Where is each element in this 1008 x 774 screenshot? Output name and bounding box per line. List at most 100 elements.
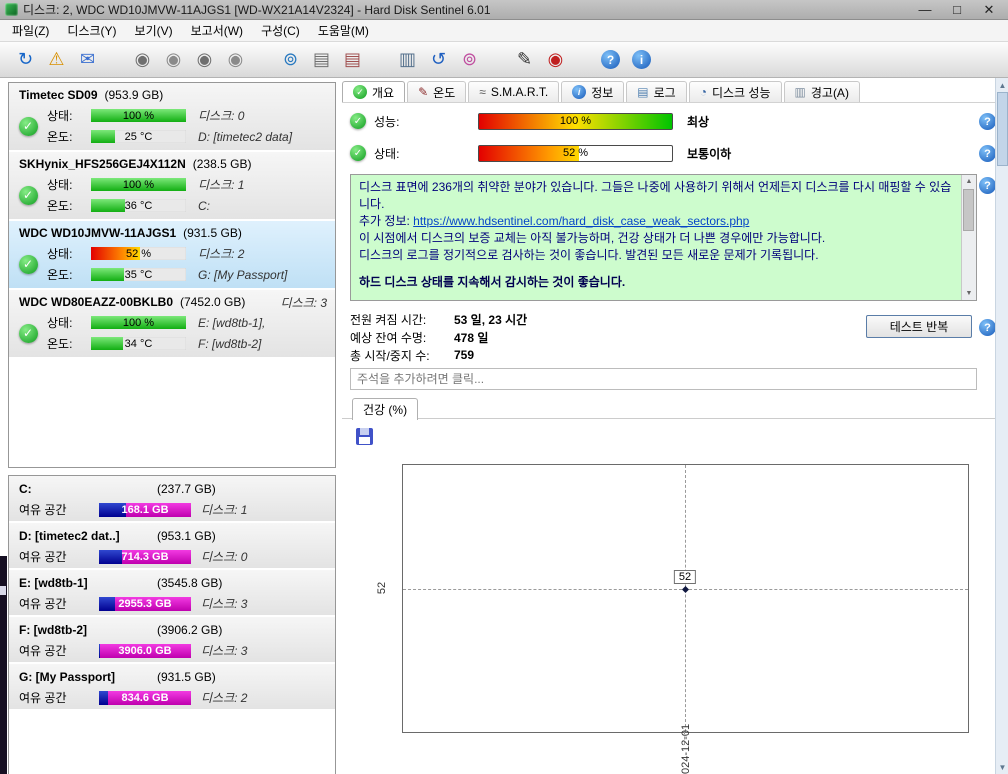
health-bar: 100 % [91, 316, 186, 329]
drive-letter: F: [wd8tb-2] [198, 336, 262, 351]
free-space-bar: 2955.3 GB [99, 596, 191, 611]
partition-item-f[interactable]: F: [wd8tb-2] (3906.2 GB) 여유 공간 3906.0 GB… [9, 617, 335, 662]
menu-config[interactable]: 구성(C) [252, 20, 309, 41]
disk-number: 디스크: 3 [201, 644, 248, 658]
disk-item-3[interactable]: WDC WD80EAZZ-00BKLB0 (7452.0 GB) 디스크: 3 … [9, 290, 335, 357]
menu-report[interactable]: 보고서(W) [182, 20, 252, 41]
disk-name: WDC WD10JMVW-11AJGS1 [19, 226, 177, 240]
description-line: 이 시점에서 디스크의 보증 교체는 아직 불가능하며, 건강 상태가 더 나쁜… [359, 231, 826, 245]
menu-disk[interactable]: 디스크(Y) [58, 20, 125, 41]
detect-disk-icon[interactable]: ◉ [127, 46, 158, 74]
seal-icon[interactable]: ◉ [540, 46, 571, 74]
comment-input[interactable] [350, 368, 977, 390]
detect-disk-icon[interactable]: ◉ [220, 46, 251, 74]
disk-problem-icon[interactable]: ⚠ [41, 46, 72, 74]
chart-x-axis-label: 2024-12-01 [680, 723, 692, 774]
detect-disk-icon[interactable]: ◉ [158, 46, 189, 74]
disk-item-0[interactable]: Timetec SD09 (953.9 GB) ✓ 상태: 100 % 디스크:… [9, 83, 335, 150]
gauge-icon: ◔ [699, 85, 707, 99]
tab-smart[interactable]: ≈ S.M.A.R.T. [468, 81, 560, 102]
scroll-thumb[interactable] [963, 189, 974, 231]
tab-information[interactable]: i 정보 [561, 81, 625, 102]
chart-y-axis-label: 52 [376, 581, 389, 595]
drive-letter: C: [198, 198, 210, 213]
pen-icon: ✎ [418, 85, 429, 99]
free-space-bar: 168.1 GB [99, 502, 191, 517]
minimize-button[interactable]: — [917, 2, 933, 18]
lifetime-value: 478 일 [454, 330, 489, 345]
health-label: 상태: [374, 146, 400, 161]
chart-data-point [681, 585, 690, 594]
partition-item-d[interactable]: D: [timetec2 dat..] (953.1 GB) 여유 공간 714… [9, 523, 335, 568]
network-disk-icon[interactable]: ⊚ [275, 46, 306, 74]
weak-sectors-link[interactable]: https://www.hdsentinel.com/hard_disk_cas… [413, 214, 749, 228]
web-disk-icon[interactable]: ⊚ [454, 46, 485, 74]
disk-number: 디스크: 3 [280, 295, 327, 310]
report-icon[interactable]: ▥ [392, 46, 423, 74]
detect-disk-icon[interactable]: ◉ [189, 46, 220, 74]
repeat-test-button[interactable]: 테스트 반복 [866, 315, 972, 338]
refresh-icon[interactable]: ↻ [10, 46, 41, 74]
partition-name: F: [wd8tb-2] [19, 622, 87, 637]
scroll-down-icon[interactable]: ▼ [996, 760, 1008, 774]
tab-health-chart[interactable]: 건강 (%) [352, 398, 419, 420]
description-scrollbar[interactable]: ▲ ▼ [961, 175, 976, 300]
check-icon: ✓ [353, 85, 367, 99]
disk-remove-icon[interactable]: ▤ [337, 46, 368, 74]
chart-point-label: 52 [673, 570, 697, 584]
disk-list-panel: Timetec SD09 (953.9 GB) ✓ 상태: 100 % 디스크:… [8, 82, 336, 468]
tab-overview[interactable]: ✓ 개요 [342, 81, 406, 102]
monitor-message-icon[interactable]: ✉ [72, 46, 103, 74]
partition-item-g[interactable]: G: [My Passport] (931.5 GB) 여유 공간 834.6 … [9, 664, 335, 709]
info-icon[interactable]: i [626, 46, 657, 74]
status-label: 상태: [47, 178, 73, 192]
sync-icon[interactable]: ↺ [423, 46, 454, 74]
temp-label: 온도: [47, 268, 73, 282]
disk-name: SKHynix_HFS256GEJ4X112N [19, 157, 186, 171]
health-bar: 100 % [91, 178, 186, 191]
help-icon[interactable]: ? [979, 177, 996, 194]
help-icon[interactable]: ? [979, 319, 996, 336]
maximize-button[interactable]: □ [949, 2, 965, 18]
content-area: Timetec SD09 (953.9 GB) ✓ 상태: 100 % 디스크:… [0, 78, 1008, 774]
help-icon[interactable]: ? [979, 113, 996, 130]
help-icon[interactable]: ? [979, 145, 996, 162]
help-icon[interactable]: ? [595, 46, 626, 74]
disk-number: 디스크: 1 [198, 178, 245, 192]
partition-size: (953.1 GB) [157, 528, 216, 543]
health-description: 디스크 표면에 236개의 취약한 분야가 있습니다. 그들은 나중에 사용하기… [350, 174, 977, 301]
free-space-bar: 714.3 GB [99, 549, 191, 564]
disk-number: 디스크: 2 [198, 247, 245, 261]
disk-item-2-selected[interactable]: WDC WD10JMVW-11AJGS1 (931.5 GB) ✓ 상태: 52… [9, 221, 335, 288]
partition-item-c[interactable]: C: (237.7 GB) 여유 공간 168.1 GB 디스크: 1 [9, 476, 335, 521]
scroll-up-icon[interactable]: ▲ [996, 78, 1008, 92]
menu-bar: 파일(Z) 디스크(Y) 보기(V) 보고서(W) 구성(C) 도움말(M) [0, 20, 1008, 42]
save-icon[interactable] [356, 428, 373, 445]
scroll-down-icon[interactable]: ▼ [962, 287, 976, 300]
health-bar: 100 % [91, 109, 186, 122]
scroll-thumb[interactable] [997, 92, 1008, 166]
status-label: 상태: [47, 109, 73, 123]
vertical-scrollbar[interactable]: ▲ ▼ [995, 78, 1008, 774]
tab-temperature[interactable]: ✎ 온도 [407, 81, 467, 102]
partition-size: (931.5 GB) [157, 669, 216, 684]
tab-disk-performance[interactable]: ◔ 디스크 성능 [688, 81, 782, 102]
menu-view[interactable]: 보기(V) [126, 20, 182, 41]
scroll-up-icon[interactable]: ▲ [962, 175, 976, 188]
partition-item-e[interactable]: E: [wd8tb-1] (3545.8 GB) 여유 공간 2955.3 GB… [9, 570, 335, 615]
disk-copy-icon[interactable]: ▤ [306, 46, 337, 74]
menu-file[interactable]: 파일(Z) [3, 20, 58, 41]
partition-size: (3906.2 GB) [157, 622, 223, 637]
health-bar: 52 % [91, 247, 186, 260]
disk-name: WDC WD80EAZZ-00BKLB0 [19, 295, 174, 309]
tab-alerts[interactable]: ▥ 경고(A) [783, 81, 860, 102]
tab-log[interactable]: ▤ 로그 [626, 81, 687, 102]
close-button[interactable]: ✕ [981, 2, 997, 18]
signature-icon[interactable]: ✎ [509, 46, 540, 74]
health-rating: 보통이하 [687, 146, 732, 161]
document-icon: ▤ [637, 85, 649, 99]
menu-help[interactable]: 도움말(M) [309, 20, 378, 41]
tool-bar: ↻ ⚠ ✉ ◉ ◉ ◉ ◉ ⊚ ▤ ▤ ▥ ↺ ⊚ ✎ ◉ ? i [0, 42, 1008, 78]
health-ok-icon: ✓ [18, 116, 38, 136]
disk-item-1[interactable]: SKHynix_HFS256GEJ4X112N (238.5 GB) ✓ 상태:… [9, 152, 335, 219]
